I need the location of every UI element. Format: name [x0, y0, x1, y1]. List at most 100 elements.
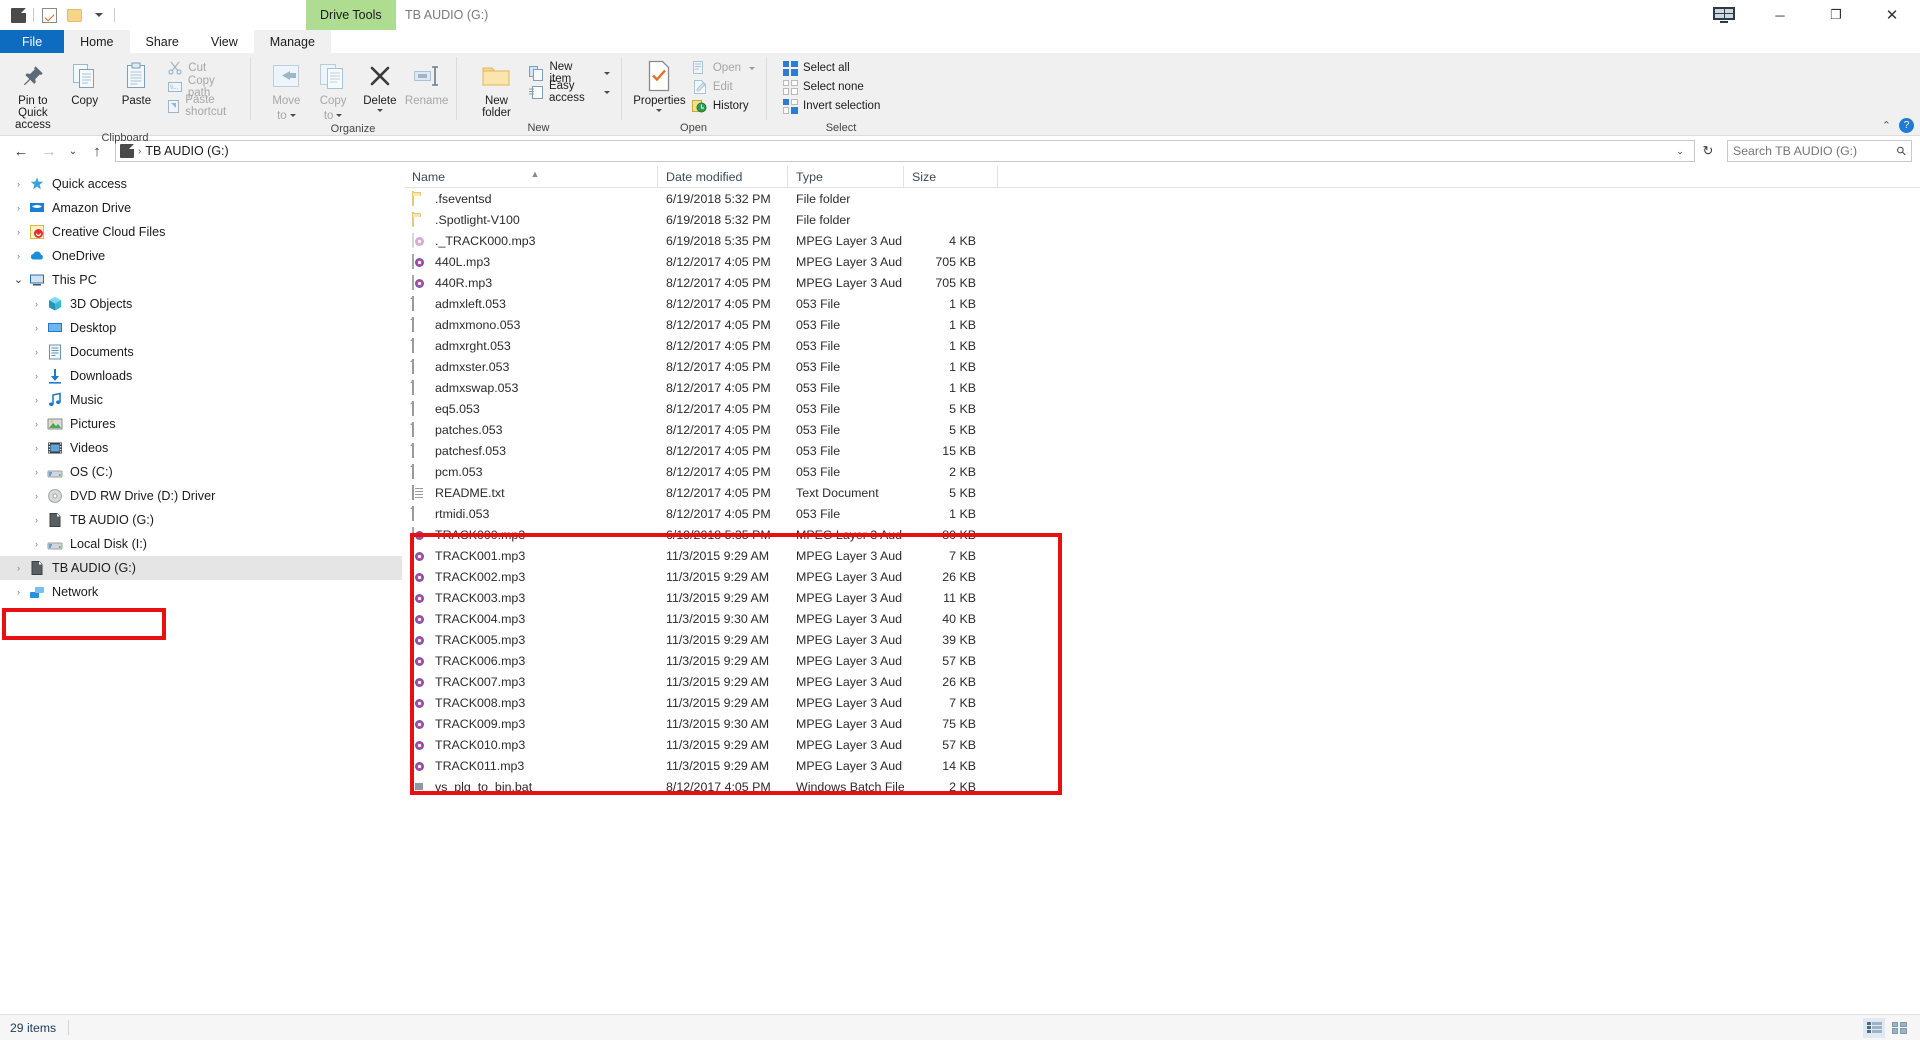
- large-icons-view-button[interactable]: [1888, 1018, 1910, 1038]
- sidebar-item-music[interactable]: ›Music: [0, 388, 403, 412]
- chevron-right-icon[interactable]: ›: [28, 539, 45, 549]
- table-row[interactable]: admxleft.0538/12/2017 4:05 PM053 File1 K…: [404, 293, 1920, 314]
- table-row[interactable]: TRACK006.mp311/3/2015 9:29 AMMPEG Layer …: [404, 650, 1920, 671]
- file-name-cell[interactable]: README.txt: [404, 485, 658, 501]
- properties-check-icon[interactable]: [39, 5, 59, 25]
- file-name-cell[interactable]: TRACK003.mp3: [404, 590, 658, 606]
- file-name-cell[interactable]: TRACK001.mp3: [404, 548, 658, 564]
- sidebar-item-amazon-drive[interactable]: ›Amazon Drive: [0, 196, 403, 220]
- tab-home[interactable]: Home: [64, 30, 129, 53]
- column-header-name[interactable]: ▲ Name: [404, 166, 658, 188]
- move-to-dropdown-icon[interactable]: [290, 114, 296, 117]
- sidebar-item-network[interactable]: ›Network: [0, 580, 403, 604]
- table-row[interactable]: TRACK008.mp311/3/2015 9:29 AMMPEG Layer …: [404, 692, 1920, 713]
- file-name-cell[interactable]: TRACK009.mp3: [404, 716, 658, 732]
- breadcrumb-current[interactable]: TB AUDIO (G:): [145, 144, 228, 158]
- file-name-cell[interactable]: admxswap.053: [404, 380, 658, 396]
- table-row[interactable]: TRACK004.mp311/3/2015 9:30 AMMPEG Layer …: [404, 608, 1920, 629]
- table-row[interactable]: admxrght.0538/12/2017 4:05 PM053 File1 K…: [404, 335, 1920, 356]
- address-dropdown-icon[interactable]: ⌄: [1670, 141, 1690, 161]
- sidebar-item-tb-audio-g[interactable]: ›TB AUDIO (G:): [0, 556, 402, 580]
- chevron-right-icon[interactable]: ›: [28, 395, 45, 405]
- sidebar-item-pictures[interactable]: ›Pictures: [0, 412, 403, 436]
- chevron-right-icon[interactable]: ›: [28, 347, 45, 357]
- chevron-right-icon[interactable]: ›: [28, 467, 45, 477]
- table-row[interactable]: admxster.0538/12/2017 4:05 PM053 File1 K…: [404, 356, 1920, 377]
- table-row[interactable]: pcm.0538/12/2017 4:05 PM053 File2 KB: [404, 461, 1920, 482]
- sidebar-item-creative-cloud-files[interactable]: ›Creative Cloud Files: [0, 220, 403, 244]
- chevron-right-icon[interactable]: ›: [10, 179, 27, 189]
- copy-button[interactable]: Copy: [60, 56, 110, 107]
- tab-share[interactable]: Share: [130, 30, 195, 53]
- sidebar-item-desktop[interactable]: ›Desktop: [0, 316, 403, 340]
- file-name-cell[interactable]: TRACK010.mp3: [404, 737, 658, 753]
- table-row[interactable]: TRACK002.mp311/3/2015 9:29 AMMPEG Layer …: [404, 566, 1920, 587]
- maximize-button[interactable]: ❐: [1808, 0, 1864, 30]
- select-none-button[interactable]: Select none: [778, 78, 884, 96]
- table-row[interactable]: rtmidi.0538/12/2017 4:05 PM053 File1 KB: [404, 503, 1920, 524]
- sidebar-item-onedrive[interactable]: ›OneDrive: [0, 244, 403, 268]
- move-to-button[interactable]: Move to: [264, 56, 309, 122]
- copy-to-button[interactable]: Copy to: [311, 56, 356, 122]
- table-row[interactable]: TRACK001.mp311/3/2015 9:29 AMMPEG Layer …: [404, 545, 1920, 566]
- file-name-cell[interactable]: 440R.mp3: [404, 275, 658, 291]
- file-name-cell[interactable]: admxster.053: [404, 359, 658, 375]
- chevron-right-icon[interactable]: ›: [28, 491, 45, 501]
- chevron-down-icon[interactable]: ⌄: [10, 276, 27, 284]
- sidebar-item-tb-audio-g[interactable]: ›TB AUDIO (G:): [0, 508, 403, 532]
- table-row[interactable]: TRACK010.mp311/3/2015 9:29 AMMPEG Layer …: [404, 734, 1920, 755]
- tab-file[interactable]: File: [0, 30, 64, 53]
- table-row[interactable]: eq5.0538/12/2017 4:05 PM053 File5 KB: [404, 398, 1920, 419]
- properties-dropdown-icon[interactable]: [656, 109, 662, 112]
- sidebar-item-os-c[interactable]: ›OS (C:): [0, 460, 403, 484]
- file-name-cell[interactable]: TRACK011.mp3: [404, 758, 658, 774]
- sidebar-item-dvd-rw-drive-d-driver[interactable]: ›DVD RW Drive (D:) Driver: [0, 484, 403, 508]
- sidebar-item-videos[interactable]: ›Videos: [0, 436, 403, 460]
- collapse-ribbon-icon[interactable]: ⌃: [1882, 119, 1891, 132]
- chevron-right-icon[interactable]: ›: [10, 227, 27, 237]
- breadcrumb-separator[interactable]: ›: [138, 146, 141, 157]
- table-row[interactable]: .fseventsd6/19/2018 5:32 PMFile folder: [404, 188, 1920, 209]
- chevron-right-icon[interactable]: ›: [10, 251, 27, 261]
- tab-view[interactable]: View: [195, 30, 254, 53]
- table-row[interactable]: README.txt8/12/2017 4:05 PMText Document…: [404, 482, 1920, 503]
- sidebar-item-quick-access[interactable]: ›Quick access: [0, 172, 403, 196]
- history-button[interactable]: History: [688, 97, 759, 115]
- chevron-right-icon[interactable]: ›: [10, 203, 27, 213]
- file-name-cell[interactable]: admxleft.053: [404, 296, 658, 312]
- table-row[interactable]: ._TRACK000.mp36/19/2018 5:35 PMMPEG Laye…: [404, 230, 1920, 251]
- refresh-button[interactable]: ↻: [1697, 140, 1719, 162]
- sidebar-item-this-pc[interactable]: ⌄This PC: [0, 268, 403, 292]
- table-row[interactable]: TRACK000.mp36/19/2018 5:35 PMMPEG Layer …: [404, 524, 1920, 545]
- column-header-type[interactable]: Type: [788, 166, 904, 188]
- file-name-cell[interactable]: pcm.053: [404, 464, 658, 480]
- close-button[interactable]: ✕: [1864, 0, 1920, 30]
- table-row[interactable]: TRACK003.mp311/3/2015 9:29 AMMPEG Layer …: [404, 587, 1920, 608]
- open-button[interactable]: Open: [688, 59, 759, 77]
- address-path-field[interactable]: › TB AUDIO (G:) ⌄: [115, 140, 1695, 162]
- file-name-cell[interactable]: TRACK007.mp3: [404, 674, 658, 690]
- table-row[interactable]: admxmono.0538/12/2017 4:05 PM053 File1 K…: [404, 314, 1920, 335]
- display-settings-icon[interactable]: [1696, 0, 1752, 30]
- new-item-dropdown-icon[interactable]: [604, 72, 610, 75]
- paste-shortcut-button[interactable]: Paste shortcut: [163, 97, 243, 115]
- table-row[interactable]: TRACK007.mp311/3/2015 9:29 AMMPEG Layer …: [404, 671, 1920, 692]
- file-name-cell[interactable]: TRACK004.mp3: [404, 611, 658, 627]
- file-name-cell[interactable]: vs_plg_to_bin.bat: [404, 779, 658, 795]
- pin-to-quick-access-button[interactable]: Pin to Quick access: [8, 56, 58, 131]
- file-name-cell[interactable]: TRACK006.mp3: [404, 653, 658, 669]
- chevron-right-icon[interactable]: ›: [28, 443, 45, 453]
- paste-button[interactable]: Paste: [112, 56, 162, 107]
- delete-dropdown-icon[interactable]: [377, 109, 383, 112]
- table-row[interactable]: admxswap.0538/12/2017 4:05 PM053 File1 K…: [404, 377, 1920, 398]
- chevron-right-icon[interactable]: ›: [10, 563, 27, 573]
- column-header-size[interactable]: Size: [904, 166, 998, 188]
- file-name-cell[interactable]: TRACK002.mp3: [404, 569, 658, 585]
- help-icon[interactable]: ?: [1899, 118, 1914, 133]
- search-input[interactable]: [1733, 144, 1897, 158]
- select-all-button[interactable]: Select all: [778, 59, 884, 77]
- sidebar-item-local-disk-i[interactable]: ›Local Disk (I:): [0, 532, 403, 556]
- file-name-cell[interactable]: TRACK005.mp3: [404, 632, 658, 648]
- tab-manage[interactable]: Manage: [254, 30, 331, 53]
- file-name-cell[interactable]: .Spotlight-V100: [404, 212, 658, 228]
